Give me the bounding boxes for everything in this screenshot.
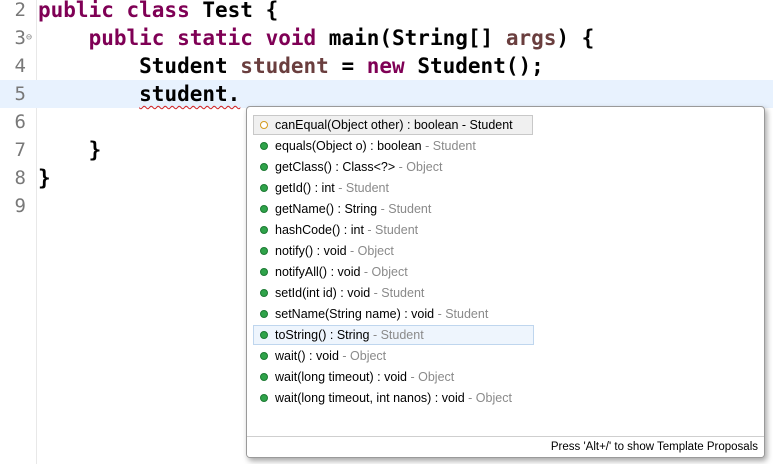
proposal-signature: wait(long timeout, int nanos) : void <box>275 391 465 405</box>
public-method-icon <box>260 142 268 150</box>
public-method-icon <box>260 268 268 276</box>
proposal-declaring-type: - Student <box>334 181 389 195</box>
public-method-icon <box>260 226 268 234</box>
line-number: 8 <box>14 167 26 189</box>
code-text: Student student = new Student(); <box>38 52 544 80</box>
proposal-item[interactable]: equals(Object o) : boolean - Student <box>253 136 533 156</box>
code-token: = <box>328 54 367 78</box>
public-method-icon <box>260 394 268 402</box>
public-method-icon <box>260 289 268 297</box>
code-token: public static void <box>88 26 317 50</box>
proposal-item[interactable]: notifyAll() : void - Object <box>253 262 533 282</box>
public-method-icon <box>260 310 268 318</box>
proposal-signature: notify() : void <box>275 244 347 258</box>
proposal-declaring-type: - Student <box>421 139 476 153</box>
line-number: 6 <box>14 111 26 133</box>
proposal-item[interactable]: getClass() : Class<?> - Object <box>253 157 533 177</box>
public-method-icon <box>260 352 268 360</box>
popup-footer-hint: Press 'Alt+/' to show Template Proposals <box>247 436 764 457</box>
line-number: 7 <box>14 139 26 161</box>
proposal-item[interactable]: wait(long timeout, int nanos) : void - O… <box>253 388 533 408</box>
proposal-declaring-type: - Object <box>407 370 455 384</box>
code-token: } <box>38 166 51 190</box>
proposal-item[interactable]: toString() : String - Student <box>253 325 534 345</box>
code-token: public class <box>38 0 190 22</box>
code-text: } <box>38 136 102 164</box>
code-line[interactable]: 3 ⊖ public static void main(String[] args… <box>0 24 773 52</box>
content-assist-popup: canEqual(Object other) : boolean - Stude… <box>246 106 765 458</box>
line-number: 2 <box>14 0 26 21</box>
code-token: args <box>505 26 557 50</box>
code-token: Student <box>38 54 241 78</box>
public-method-icon <box>260 331 268 339</box>
line-number: 3 <box>14 27 26 49</box>
proposal-item[interactable]: notify() : void - Object <box>253 241 533 261</box>
code-token: Test { <box>189 0 279 22</box>
proposal-declaring-type: - Student <box>363 223 419 237</box>
code-token: new <box>366 54 405 78</box>
public-method-icon <box>260 184 268 192</box>
proposal-declaring-type: - Object <box>346 244 394 258</box>
proposal-declaring-type: - Student <box>434 307 489 321</box>
public-method-icon <box>260 247 268 255</box>
code-token: student. <box>139 82 241 106</box>
code-text: student. <box>38 80 240 108</box>
protected-method-icon <box>260 121 268 129</box>
proposal-declaring-type: - Object <box>338 349 387 363</box>
proposal-item[interactable]: hashCode() : int - Student <box>253 220 533 240</box>
code-token: main(String[] <box>316 26 506 50</box>
code-token: Student(); <box>404 54 544 78</box>
proposal-signature: equals(Object o) : boolean <box>275 139 422 153</box>
code-token: student <box>240 54 329 78</box>
proposal-declaring-type: - Object <box>360 265 408 279</box>
proposal-signature: hashCode() : int <box>275 223 364 237</box>
proposal-declaring-type: - Student <box>377 202 432 216</box>
code-editor[interactable]: 2 public class Test {3 ⊖ public static voi… <box>0 0 773 464</box>
code-text: public class Test { <box>38 0 278 24</box>
proposal-signature: getName() : String <box>275 202 378 216</box>
code-line[interactable]: 2 public class Test { <box>0 0 773 24</box>
proposal-signature: getId() : int <box>275 181 335 195</box>
proposal-signature: canEqual(Object other) : boolean - Stude… <box>275 118 513 132</box>
public-method-icon <box>260 205 268 213</box>
code-line[interactable]: 4 Student student = new Student(); <box>0 52 773 80</box>
proposal-item[interactable]: getId() : int - Student <box>253 178 533 198</box>
proposal-signature: setId(int id) : void <box>275 286 371 300</box>
line-number: 9 <box>14 195 26 217</box>
code-token: ) { <box>556 26 595 50</box>
proposal-item[interactable]: canEqual(Object other) : boolean - Stude… <box>253 115 533 135</box>
code-text: } <box>38 164 51 192</box>
proposal-signature: toString() : String <box>275 328 370 342</box>
proposal-item[interactable]: getName() : String - Student <box>253 199 533 219</box>
proposal-item[interactable]: wait() : void - Object <box>253 346 533 366</box>
proposal-declaring-type: - Student <box>369 328 424 342</box>
line-number: 4 <box>14 55 26 77</box>
public-method-icon <box>260 373 268 381</box>
code-token: } <box>38 138 102 162</box>
proposal-item[interactable]: wait(long timeout) : void - Object <box>253 367 533 387</box>
proposal-declaring-type: - Object <box>464 391 512 405</box>
proposal-signature: setName(String name) : void <box>275 307 435 321</box>
proposal-declaring-type: - Student <box>370 286 425 300</box>
public-method-icon <box>260 163 268 171</box>
proposal-item[interactable]: setName(String name) : void - Student <box>253 304 533 324</box>
proposal-signature: notifyAll() : void <box>275 265 361 279</box>
proposal-list[interactable]: canEqual(Object other) : boolean - Stude… <box>253 115 758 433</box>
proposal-item[interactable]: setId(int id) : void - Student <box>253 283 533 303</box>
proposal-signature: wait() : void <box>275 349 339 363</box>
code-text: public static void main(String[] args) { <box>38 24 595 52</box>
proposal-declaring-type: - Object <box>395 160 443 174</box>
code-line[interactable]: 5 student. <box>0 80 773 108</box>
fold-toggle-icon[interactable]: ⊖ <box>26 24 32 52</box>
line-number: 5 <box>14 83 26 105</box>
proposal-signature: getClass() : Class<?> <box>275 160 396 174</box>
proposal-signature: wait(long timeout) : void <box>275 370 408 384</box>
